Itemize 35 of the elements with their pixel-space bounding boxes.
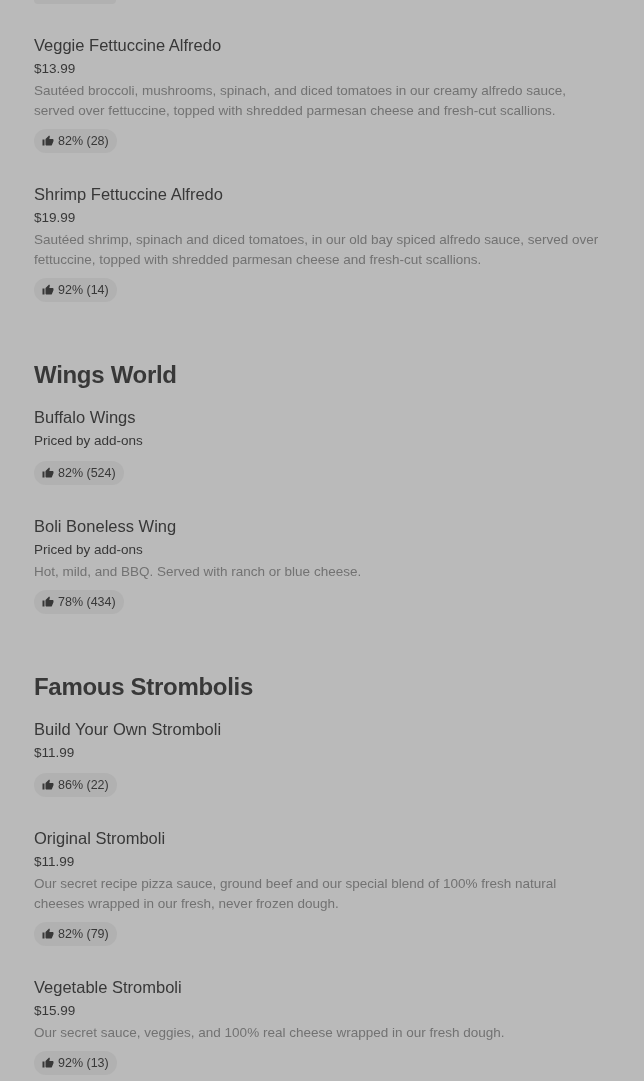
item-description: Sautéed shrimp, spinach and diced tomatoes, in our old bay spiced alfredo sauce, served over fettuccine, topped with shredded parmesan cheese and fresh-cut scallions. — [34, 231, 600, 269]
item-description: Our secret sauce, veggies, and 100% real cheese wrapped in our fresh dough. — [34, 1024, 505, 1042]
item-description: Hot, mild, and BBQ. Served with ranch or blue cheese. — [34, 563, 362, 581]
item-price: $15.99 — [34, 1002, 76, 1020]
item-name[interactable]: Build Your Own Stromboli — [34, 717, 222, 741]
section-heading: Wings World — [34, 360, 178, 390]
rating-text: 92% (13) — [58, 1056, 109, 1070]
item-name[interactable]: Boli Boneless Wing — [34, 514, 177, 538]
thumbs-up-icon — [42, 284, 54, 296]
item-name[interactable]: Shrimp Fettuccine Alfredo — [34, 182, 223, 206]
thumbs-up-icon — [42, 779, 54, 791]
rating-text: 82% (79) — [58, 927, 109, 941]
rating-text: 82% (524) — [58, 466, 116, 480]
item-description: Sautéed broccoli, mushrooms, spinach, and diced tomatoes in our creamy alfredo sauce, served over fettuccine, topped with shredded parmesan cheese and fresh-cut scallions. — [34, 82, 568, 120]
rating-text: 92% (14) — [58, 283, 109, 297]
thumbs-up-icon — [42, 596, 54, 608]
item-price: $11.99 — [34, 744, 75, 762]
item-price: $11.99 — [34, 853, 75, 871]
rating-text: 86% (22) — [58, 778, 109, 792]
rating-text: 78% (434) — [58, 595, 116, 609]
thumbs-up-icon — [42, 467, 54, 479]
item-price: Priced by add-ons — [34, 541, 143, 559]
thumbs-up-icon — [42, 135, 54, 147]
thumbs-up-icon — [42, 1057, 54, 1069]
item-name[interactable]: Original Stromboli — [34, 826, 166, 850]
thumbs-up-icon — [42, 928, 54, 940]
item-name[interactable]: Vegetable Stromboli — [34, 975, 182, 999]
item-name[interactable]: Buffalo Wings — [34, 405, 136, 429]
item-price: Priced by add-ons — [34, 432, 143, 450]
item-name[interactable]: Veggie Fettuccine Alfredo — [34, 33, 222, 57]
section-heading: Famous Strombolis — [34, 672, 254, 702]
item-price: $19.99 — [34, 209, 76, 227]
item-price: $13.99 — [34, 60, 76, 78]
item-description: Our secret recipe pizza sauce, ground beef and our special blend of 100% fresh natural cheeses wrapped in our fresh, never frozen dough. — [34, 875, 558, 913]
rating-text: 82% (28) — [58, 134, 109, 148]
